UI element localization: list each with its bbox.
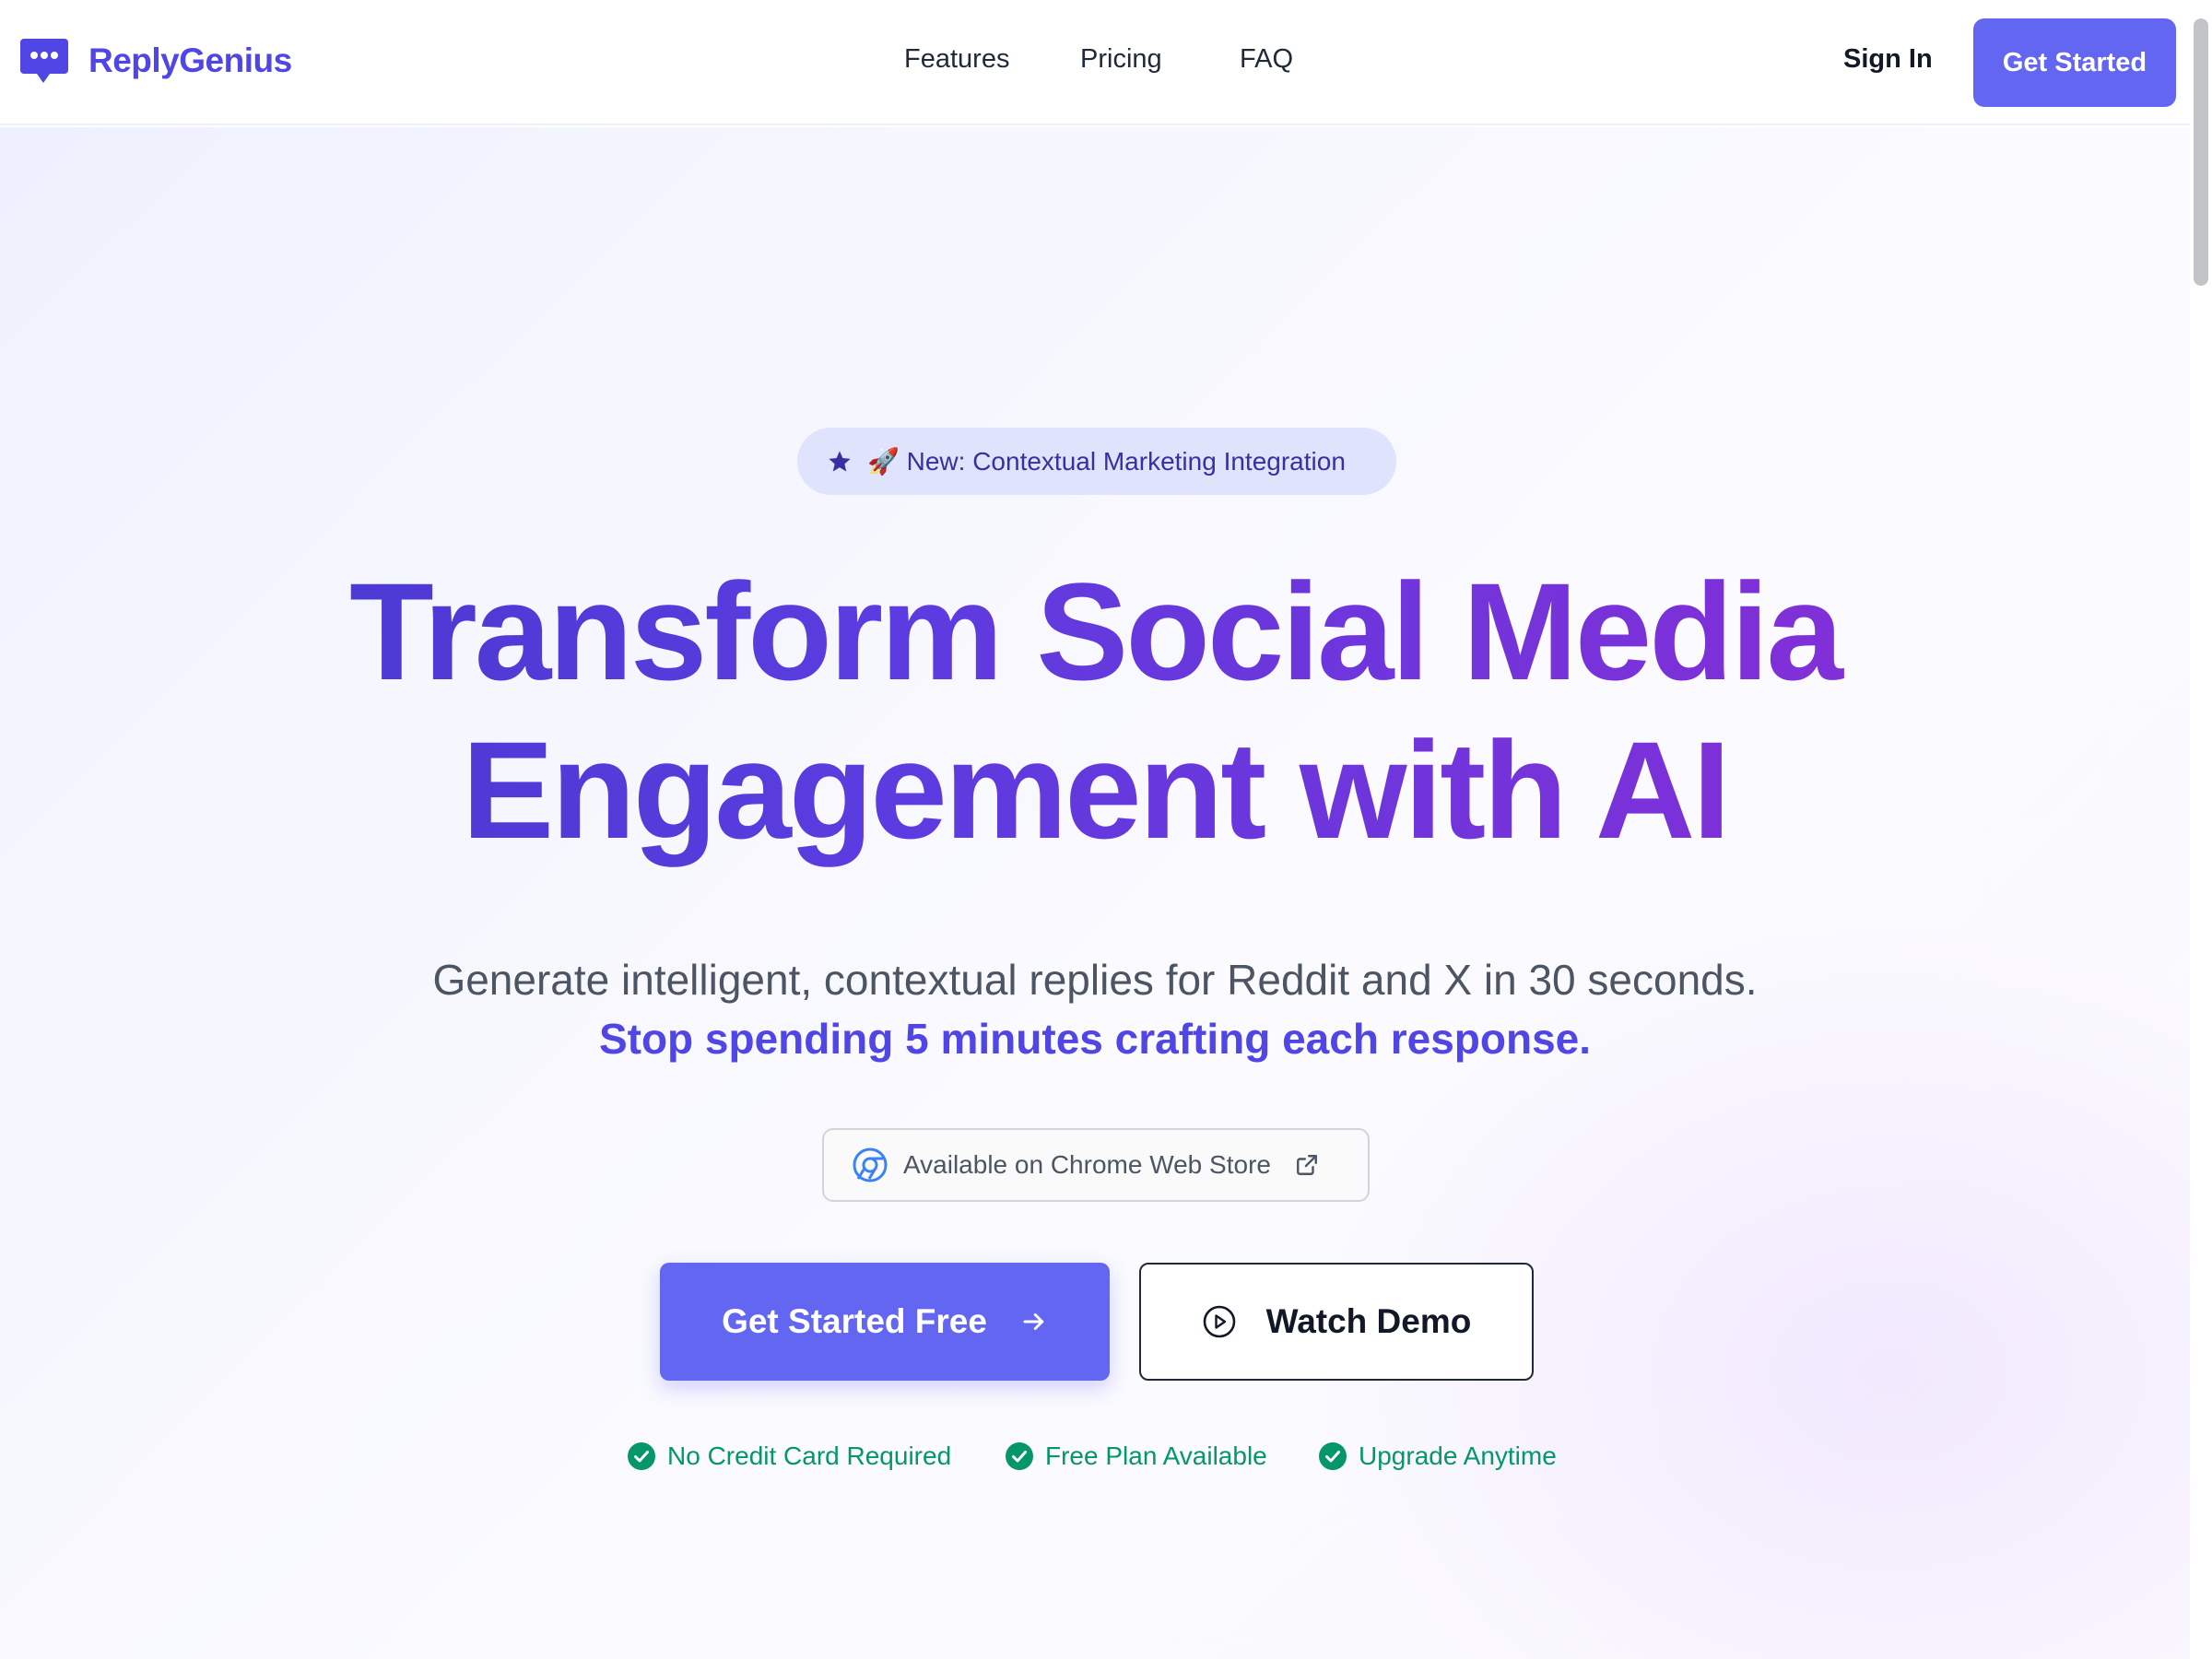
hero-headline-line2: Engagement with AI xyxy=(0,712,2190,868)
hero-subtitle-emphasis: Stop spending 5 minutes crafting each re… xyxy=(598,1015,1592,1063)
play-circle-icon xyxy=(1203,1305,1235,1338)
check-circle-icon xyxy=(1319,1442,1347,1470)
site-header: ReplyGenius Features Pricing FAQ Sign In… xyxy=(0,0,2190,125)
chrome-icon xyxy=(853,1147,888,1182)
watch-demo-button[interactable]: Watch Demo xyxy=(1139,1263,1534,1381)
watch-demo-label: Watch Demo xyxy=(1265,1302,1472,1340)
perk-label: No Credit Card Required xyxy=(667,1441,952,1470)
hero-section xyxy=(0,127,2190,1659)
get-started-free-label: Get Started Free xyxy=(722,1302,987,1340)
get-started-button[interactable]: Get Started xyxy=(1973,18,2176,107)
perk-free-plan: Free Plan Available xyxy=(1005,1441,1267,1471)
get-started-free-button[interactable]: Get Started Free xyxy=(660,1263,1110,1381)
scrollbar-thumb[interactable] xyxy=(2194,18,2208,286)
chrome-web-store-link[interactable]: Available on Chrome Web Store xyxy=(822,1128,1370,1202)
star-icon xyxy=(829,450,851,471)
nav-link-faq[interactable]: FAQ xyxy=(1240,44,1293,75)
check-circle-icon xyxy=(628,1442,655,1470)
external-link-icon xyxy=(1297,1155,1317,1175)
chat-bubble-icon xyxy=(20,39,68,83)
sign-in-link[interactable]: Sign In xyxy=(1843,44,1933,75)
badge-text: 🚀 New: Contextual Marketing Integration xyxy=(867,447,1346,476)
nav-link-pricing[interactable]: Pricing xyxy=(1080,44,1162,75)
brand-name: ReplyGenius xyxy=(88,41,292,79)
arrow-right-icon xyxy=(1023,1313,1044,1330)
check-circle-icon xyxy=(1006,1442,1033,1470)
hero-subtitle: Generate intelligent, contextual replies… xyxy=(432,956,1758,1004)
perk-label: Upgrade Anytime xyxy=(1359,1441,1557,1470)
hero-headline-line1: Transform Social Media xyxy=(0,553,2190,710)
perk-label: Free Plan Available xyxy=(1045,1441,1267,1470)
get-started-label: Get Started xyxy=(2002,47,2147,77)
perk-upgrade-anytime: Upgrade Anytime xyxy=(1318,1441,1557,1471)
brand-logo[interactable]: ReplyGenius xyxy=(18,35,292,87)
perk-no-credit-card: No Credit Card Required xyxy=(627,1441,951,1471)
nav-link-features[interactable]: Features xyxy=(904,44,1009,75)
chrome-web-store-label: Available on Chrome Web Store xyxy=(903,1150,1271,1179)
announcement-badge[interactable]: 🚀 New: Contextual Marketing Integration xyxy=(797,428,1396,495)
